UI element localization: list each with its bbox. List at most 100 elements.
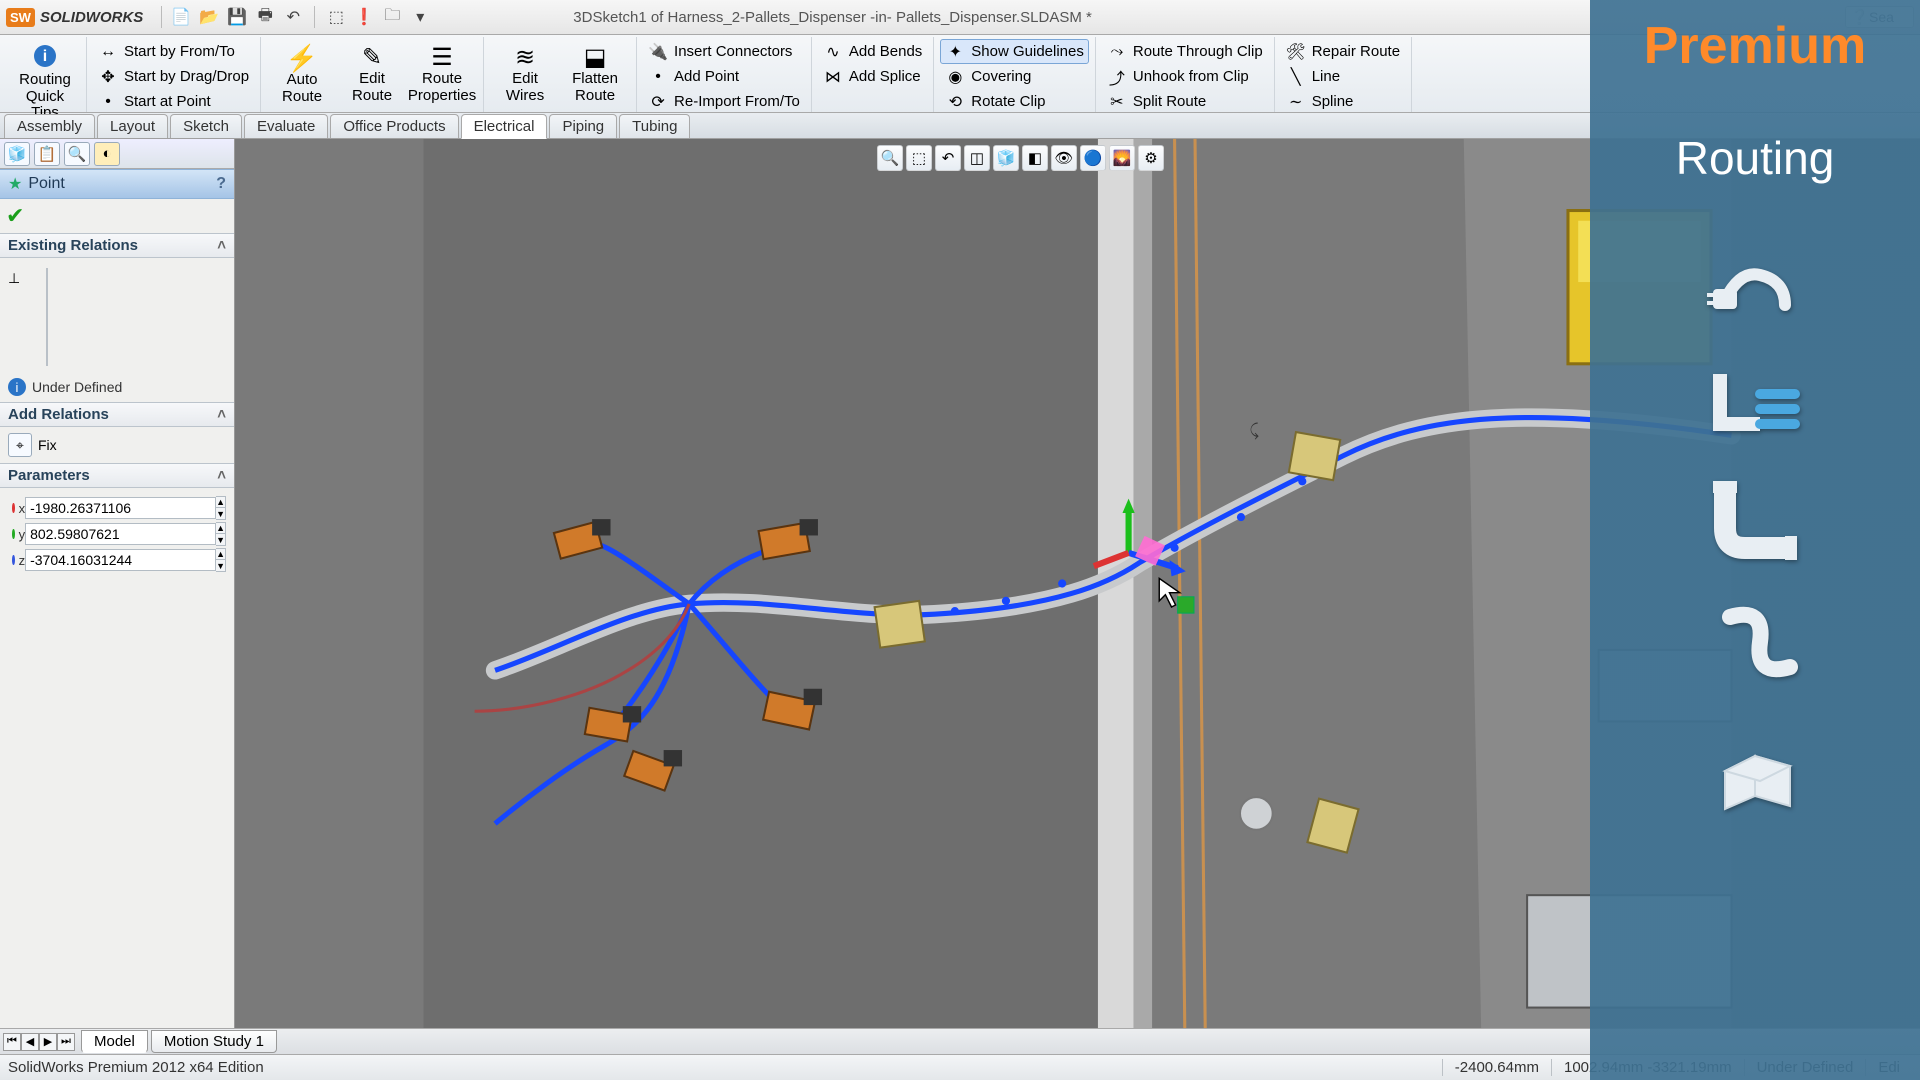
print-button[interactable]: 🖶 bbox=[252, 4, 278, 30]
auto-route-button[interactable]: ⚡Auto Route bbox=[267, 39, 337, 110]
spline-button[interactable]: ∼Spline bbox=[1281, 89, 1405, 114]
existing-relations-header[interactable]: Existing Relations ˄ bbox=[0, 233, 234, 258]
rebuild-button[interactable]: ❗ bbox=[351, 4, 377, 30]
tab-office-products[interactable]: Office Products bbox=[330, 114, 458, 138]
param-y-input[interactable] bbox=[25, 523, 216, 545]
param-z-input[interactable] bbox=[25, 549, 216, 571]
bottom-tab-motion-study[interactable]: Motion Study 1 bbox=[151, 1030, 277, 1053]
line-icon: ╲ bbox=[1286, 67, 1306, 87]
split-route-button[interactable]: ✂Split Route bbox=[1102, 89, 1268, 114]
param-z-spinner[interactable]: ▲▼ bbox=[216, 548, 226, 572]
electrical-routing-icon bbox=[1705, 359, 1805, 439]
edit-route-button[interactable]: ✎Edit Route bbox=[337, 39, 407, 110]
tab-tubing[interactable]: Tubing bbox=[619, 114, 690, 138]
flexible-tube-icon bbox=[1705, 597, 1805, 687]
show-guidelines-button[interactable]: ✦Show Guidelines bbox=[940, 39, 1089, 64]
hide-show-button[interactable]: 👁 bbox=[1051, 145, 1077, 171]
param-y-spinner[interactable]: ▲▼ bbox=[216, 522, 226, 546]
separator bbox=[161, 6, 162, 28]
start-from-to-button[interactable]: ↔Start by From/To bbox=[93, 39, 254, 64]
open-doc-button[interactable]: 📂 bbox=[196, 4, 222, 30]
view-settings-button[interactable]: ⚙ bbox=[1138, 145, 1164, 171]
save-button[interactable]: 💾 bbox=[224, 4, 250, 30]
overlay-icon-list bbox=[1705, 245, 1805, 811]
options-button[interactable]: 🗀 bbox=[379, 4, 405, 30]
add-relations-header[interactable]: Add Relations ˄ bbox=[0, 402, 234, 427]
start-drag-drop-button[interactable]: ✥Start by Drag/Drop bbox=[93, 64, 254, 89]
bottom-tab-model[interactable]: Model bbox=[81, 1030, 148, 1053]
spline-icon: ∼ bbox=[1286, 92, 1306, 112]
view-orientation-button[interactable]: 🧊 bbox=[993, 145, 1019, 171]
edit-appearance-button[interactable]: 🔵 bbox=[1080, 145, 1106, 171]
feature-manager-tab[interactable]: 🧊 bbox=[4, 142, 30, 166]
collapse-icon[interactable]: ˄ bbox=[217, 406, 226, 423]
splice-icon: ⋈ bbox=[823, 67, 843, 87]
tab-prev-button[interactable]: ◀ bbox=[21, 1033, 39, 1051]
tab-assembly[interactable]: Assembly bbox=[4, 114, 95, 138]
covering-button[interactable]: ◉Covering bbox=[940, 64, 1089, 89]
fix-relation-button[interactable]: ⌖ bbox=[8, 433, 32, 457]
quick-access-toolbar: 📄 📂 💾 🖶 ↶ ⬚ ❗ 🗀 ▾ bbox=[168, 4, 433, 30]
tab-last-button[interactable]: ⏭ bbox=[57, 1033, 75, 1051]
promo-overlay: Premium Routing bbox=[1590, 0, 1920, 1080]
param-x-input[interactable] bbox=[25, 497, 216, 519]
zoom-fit-button[interactable]: 🔍 bbox=[877, 145, 903, 171]
route-properties-button[interactable]: ☰Route Properties bbox=[407, 39, 477, 110]
property-manager-tab[interactable]: 📋 bbox=[34, 142, 60, 166]
flatten-route-button[interactable]: ⬓Flatten Route bbox=[560, 39, 630, 110]
undo-button[interactable]: ↶ bbox=[280, 4, 306, 30]
previous-view-button[interactable]: ↶ bbox=[935, 145, 961, 171]
edit-wires-button[interactable]: ≋Edit Wires bbox=[490, 39, 560, 110]
reimport-fromto-button[interactable]: ⟳Re-Import From/To bbox=[643, 89, 805, 114]
overlay-title-routing: Routing bbox=[1676, 131, 1835, 185]
pm-help-button[interactable]: ? bbox=[216, 175, 226, 193]
through-clip-icon: ⤳ bbox=[1107, 42, 1127, 62]
reimport-icon: ⟳ bbox=[648, 92, 668, 112]
rotate-clip-button[interactable]: ⟲Rotate Clip bbox=[940, 89, 1089, 114]
new-doc-button[interactable]: 📄 bbox=[168, 4, 194, 30]
tab-piping[interactable]: Piping bbox=[549, 114, 617, 138]
collapse-icon[interactable]: ˄ bbox=[217, 467, 226, 484]
add-splice-button[interactable]: ⋈Add Splice bbox=[818, 64, 927, 89]
insert-connectors-button[interactable]: 🔌Insert Connectors bbox=[643, 39, 805, 64]
zoom-area-button[interactable]: ⬚ bbox=[906, 145, 932, 171]
ok-checkmark-button[interactable]: ✔ bbox=[6, 203, 24, 228]
display-style-button[interactable]: ◧ bbox=[1022, 145, 1048, 171]
connector-icon: 🔌 bbox=[648, 42, 668, 62]
add-bends-button[interactable]: ∿Add Bends bbox=[818, 39, 927, 64]
rectangular-duct-icon bbox=[1705, 721, 1805, 811]
collapse-icon[interactable]: ˄ bbox=[217, 237, 226, 254]
routing-quick-tips-button[interactable]: i Routing Quick Tips bbox=[10, 39, 80, 125]
add-point-button[interactable]: •Add Point bbox=[643, 64, 805, 89]
solidworks-logo-icon: SW bbox=[6, 8, 35, 27]
section-view-button[interactable]: ◫ bbox=[964, 145, 990, 171]
fix-label: Fix bbox=[38, 437, 57, 453]
dimxpert-tab[interactable]: ◐ bbox=[94, 142, 120, 166]
unhook-from-clip-button[interactable]: ⤴Unhook from Clip bbox=[1102, 64, 1268, 89]
drag-icon: ✥ bbox=[98, 67, 118, 87]
svg-text:⤹: ⤹ bbox=[1249, 421, 1259, 439]
tab-next-button[interactable]: ▶ bbox=[39, 1033, 57, 1051]
repair-icon: 🛠 bbox=[1286, 42, 1306, 62]
add-point-icon: • bbox=[648, 67, 668, 87]
tab-sketch[interactable]: Sketch bbox=[170, 114, 242, 138]
edit-route-icon: ✎ bbox=[362, 45, 382, 71]
tab-first-button[interactable]: ⏮ bbox=[3, 1033, 21, 1051]
tab-electrical[interactable]: Electrical bbox=[461, 114, 548, 139]
param-x-spinner[interactable]: ▲▼ bbox=[216, 496, 226, 520]
apply-scene-button[interactable]: 🌄 bbox=[1109, 145, 1135, 171]
select-button[interactable]: ⬚ bbox=[323, 4, 349, 30]
repair-route-button[interactable]: 🛠Repair Route bbox=[1281, 39, 1405, 64]
point-feature-icon: ★ bbox=[8, 174, 22, 194]
tab-evaluate[interactable]: Evaluate bbox=[244, 114, 328, 138]
start-at-point-button[interactable]: •Start at Point bbox=[93, 89, 254, 114]
property-manager-panel: 🧊 📋 🔍 ◐ ★Point ? ✔ Existing Relations ˄ … bbox=[0, 139, 235, 1028]
tab-layout[interactable]: Layout bbox=[97, 114, 168, 138]
parameters-header[interactable]: Parameters ˄ bbox=[0, 463, 234, 488]
relations-listbox[interactable] bbox=[46, 268, 48, 366]
config-manager-tab[interactable]: 🔍 bbox=[64, 142, 90, 166]
y-axis-icon bbox=[12, 529, 15, 539]
route-through-clip-button[interactable]: ⤳Route Through Clip bbox=[1102, 39, 1268, 64]
dropdown-button[interactable]: ▾ bbox=[407, 4, 433, 30]
line-button[interactable]: ╲Line bbox=[1281, 64, 1405, 89]
